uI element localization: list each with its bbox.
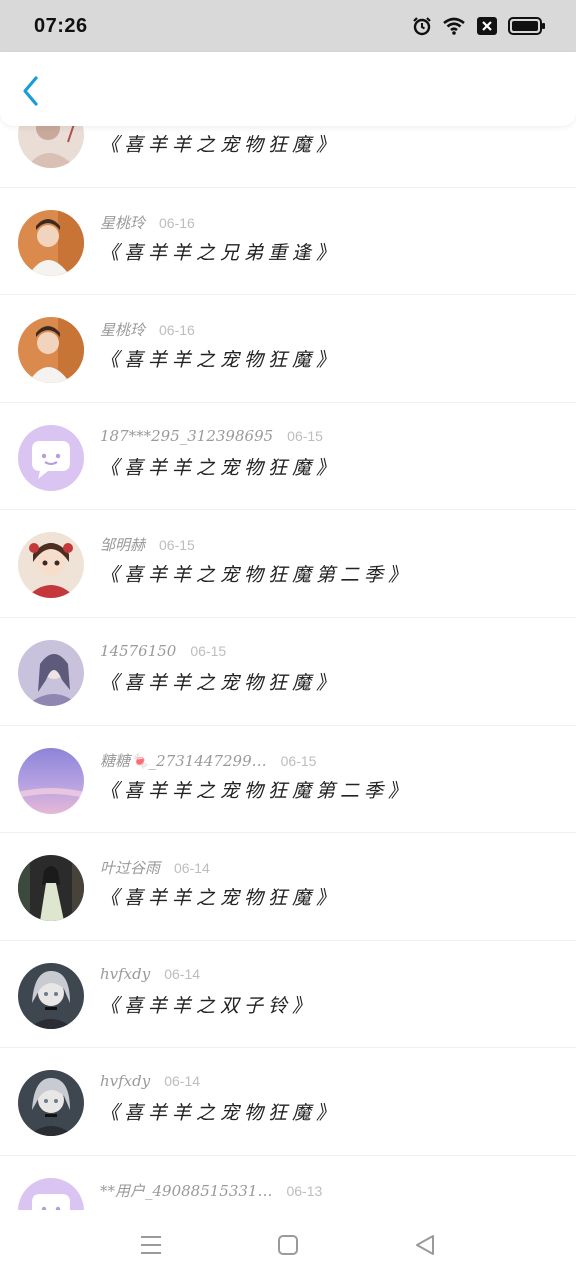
history-list-item[interactable]: 漾与_3014333812206-16《喜羊羊之宠物狂魔》 [0, 126, 576, 188]
item-date: 06-15 [159, 537, 195, 554]
history-list-item[interactable]: **用户_49088515331… 06-13 [0, 1156, 576, 1210]
item-meta: 14576150 06-15 [100, 642, 226, 660]
username: **用户_49088515331… [100, 1181, 273, 1200]
top-app-bar [0, 52, 576, 126]
user-avatar[interactable] [18, 639, 84, 706]
item-title: 《喜羊羊之双子铃》 [100, 994, 317, 1017]
item-title: 《喜羊羊之宠物狂魔》 [100, 1102, 341, 1125]
item-meta: **用户_49088515331… 06-13 [100, 1180, 322, 1201]
user-avatar[interactable] [18, 317, 84, 384]
username: hvfxdy [100, 1072, 151, 1091]
username: hvfxdy [100, 964, 151, 983]
user-avatar[interactable] [18, 747, 84, 814]
status-time: 07:26 [34, 14, 88, 37]
item-title: 《喜羊羊之宠物狂魔》 [100, 671, 341, 694]
wifi-icon [443, 17, 465, 35]
history-list-item[interactable]: 14576150 06-15 《喜羊羊之宠物狂魔》 [0, 618, 576, 726]
history-list-item[interactable]: 糖糖🍬_2731447299… 06-15 《喜羊羊之宠物狂魔第二季》 [0, 726, 576, 834]
user-avatar[interactable] [18, 424, 84, 491]
status-icons [412, 16, 546, 36]
alarm-icon [413, 17, 431, 36]
item-meta: hvfxdy 06-14 [100, 1072, 200, 1090]
system-nav-bar [0, 1210, 576, 1280]
item-title: 《喜羊羊之宠物狂魔》 [100, 134, 341, 156]
history-list-item[interactable]: 星桃玲 06-16 《喜羊羊之兄弟重逢》 [0, 188, 576, 296]
history-list-item[interactable]: 星桃玲 06-16 《喜羊羊之宠物狂魔》 [0, 295, 576, 403]
user-avatar[interactable] [18, 532, 84, 599]
status-bar: 07:26 [0, 0, 576, 52]
item-date: 06-14 [164, 1073, 201, 1090]
history-list[interactable]: 漾与_3014333812206-16《喜羊羊之宠物狂魔》星桃玲 06-16 《喜羊… [0, 126, 576, 1210]
item-meta: 星桃玲 06-16 [100, 212, 195, 233]
user-avatar[interactable] [18, 855, 84, 922]
nav-back-button[interactable] [410, 1230, 440, 1260]
username: 星桃玲 [100, 321, 146, 340]
item-meta: 星桃玲 06-16 [100, 319, 195, 340]
menu-icon [141, 1236, 161, 1254]
home-square-icon [278, 1235, 298, 1255]
username: 14576150 [100, 641, 177, 660]
back-button[interactable] [14, 74, 48, 108]
user-avatar[interactable] [18, 1070, 84, 1137]
item-meta: hvfxdy 06-14 [100, 965, 200, 983]
item-title: 《喜羊羊之兄弟重逢》 [100, 241, 341, 264]
item-meta: 糖糖🍬_2731447299… 06-15 [100, 750, 316, 771]
item-date: 06-15 [280, 752, 317, 769]
user-avatar[interactable] [18, 1177, 84, 1210]
item-date: 06-13 [286, 1182, 323, 1199]
username: 糖糖🍬_2731447299… [100, 751, 267, 770]
username: 邹明赫 [100, 536, 146, 555]
item-date: 06-14 [164, 965, 201, 982]
item-title: 《喜羊羊之宠物狂魔第二季》 [100, 564, 413, 587]
item-meta: 邹明赫 06-15 [100, 534, 195, 555]
username: 星桃玲 [100, 213, 146, 232]
user-avatar[interactable] [18, 962, 84, 1029]
no-sim-icon [477, 17, 497, 35]
history-list-inner: 漾与_3014333812206-16《喜羊羊之宠物狂魔》星桃玲 06-16 《喜羊… [0, 126, 576, 1210]
battery-icon [508, 17, 545, 35]
item-date: 06-16 [159, 214, 195, 231]
item-date: 06-16 [159, 322, 195, 339]
nav-menu-button[interactable] [136, 1230, 166, 1260]
item-title: 《喜羊羊之宠物狂魔》 [100, 887, 341, 910]
item-title: 《喜羊羊之宠物狂魔》 [100, 349, 341, 372]
item-date: 06-15 [287, 427, 323, 444]
history-list-item[interactable]: 邹明赫 06-15 《喜羊羊之宠物狂魔第二季》 [0, 510, 576, 618]
back-triangle-icon [416, 1235, 434, 1255]
item-meta: 187***295_312398695 06-15 [100, 427, 323, 445]
username: 叶过谷雨 [100, 859, 161, 878]
history-list-item[interactable]: hvfxdy 06-14 《喜羊羊之双子铃》 [0, 941, 576, 1049]
nav-home-button[interactable] [273, 1230, 303, 1260]
item-meta: 叶过谷雨 06-14 [100, 857, 210, 878]
item-title: 《喜羊羊之宠物狂魔》 [100, 456, 341, 479]
item-title: 《喜羊羊之宠物狂魔第二季》 [100, 779, 413, 802]
history-list-item[interactable]: 叶过谷雨 06-14 《喜羊羊之宠物狂魔》 [0, 833, 576, 941]
user-avatar[interactable] [18, 209, 84, 276]
item-date: 06-15 [190, 642, 227, 659]
username: 187***295_312398695 [100, 426, 274, 445]
item-date: 06-14 [174, 860, 210, 877]
history-list-item[interactable]: 187***295_312398695 06-15 《喜羊羊之宠物狂魔》 [0, 403, 576, 511]
user-avatar[interactable] [18, 126, 84, 168]
history-list-item[interactable]: hvfxdy 06-14 《喜羊羊之宠物狂魔》 [0, 1048, 576, 1156]
chevron-left-icon [23, 76, 38, 106]
